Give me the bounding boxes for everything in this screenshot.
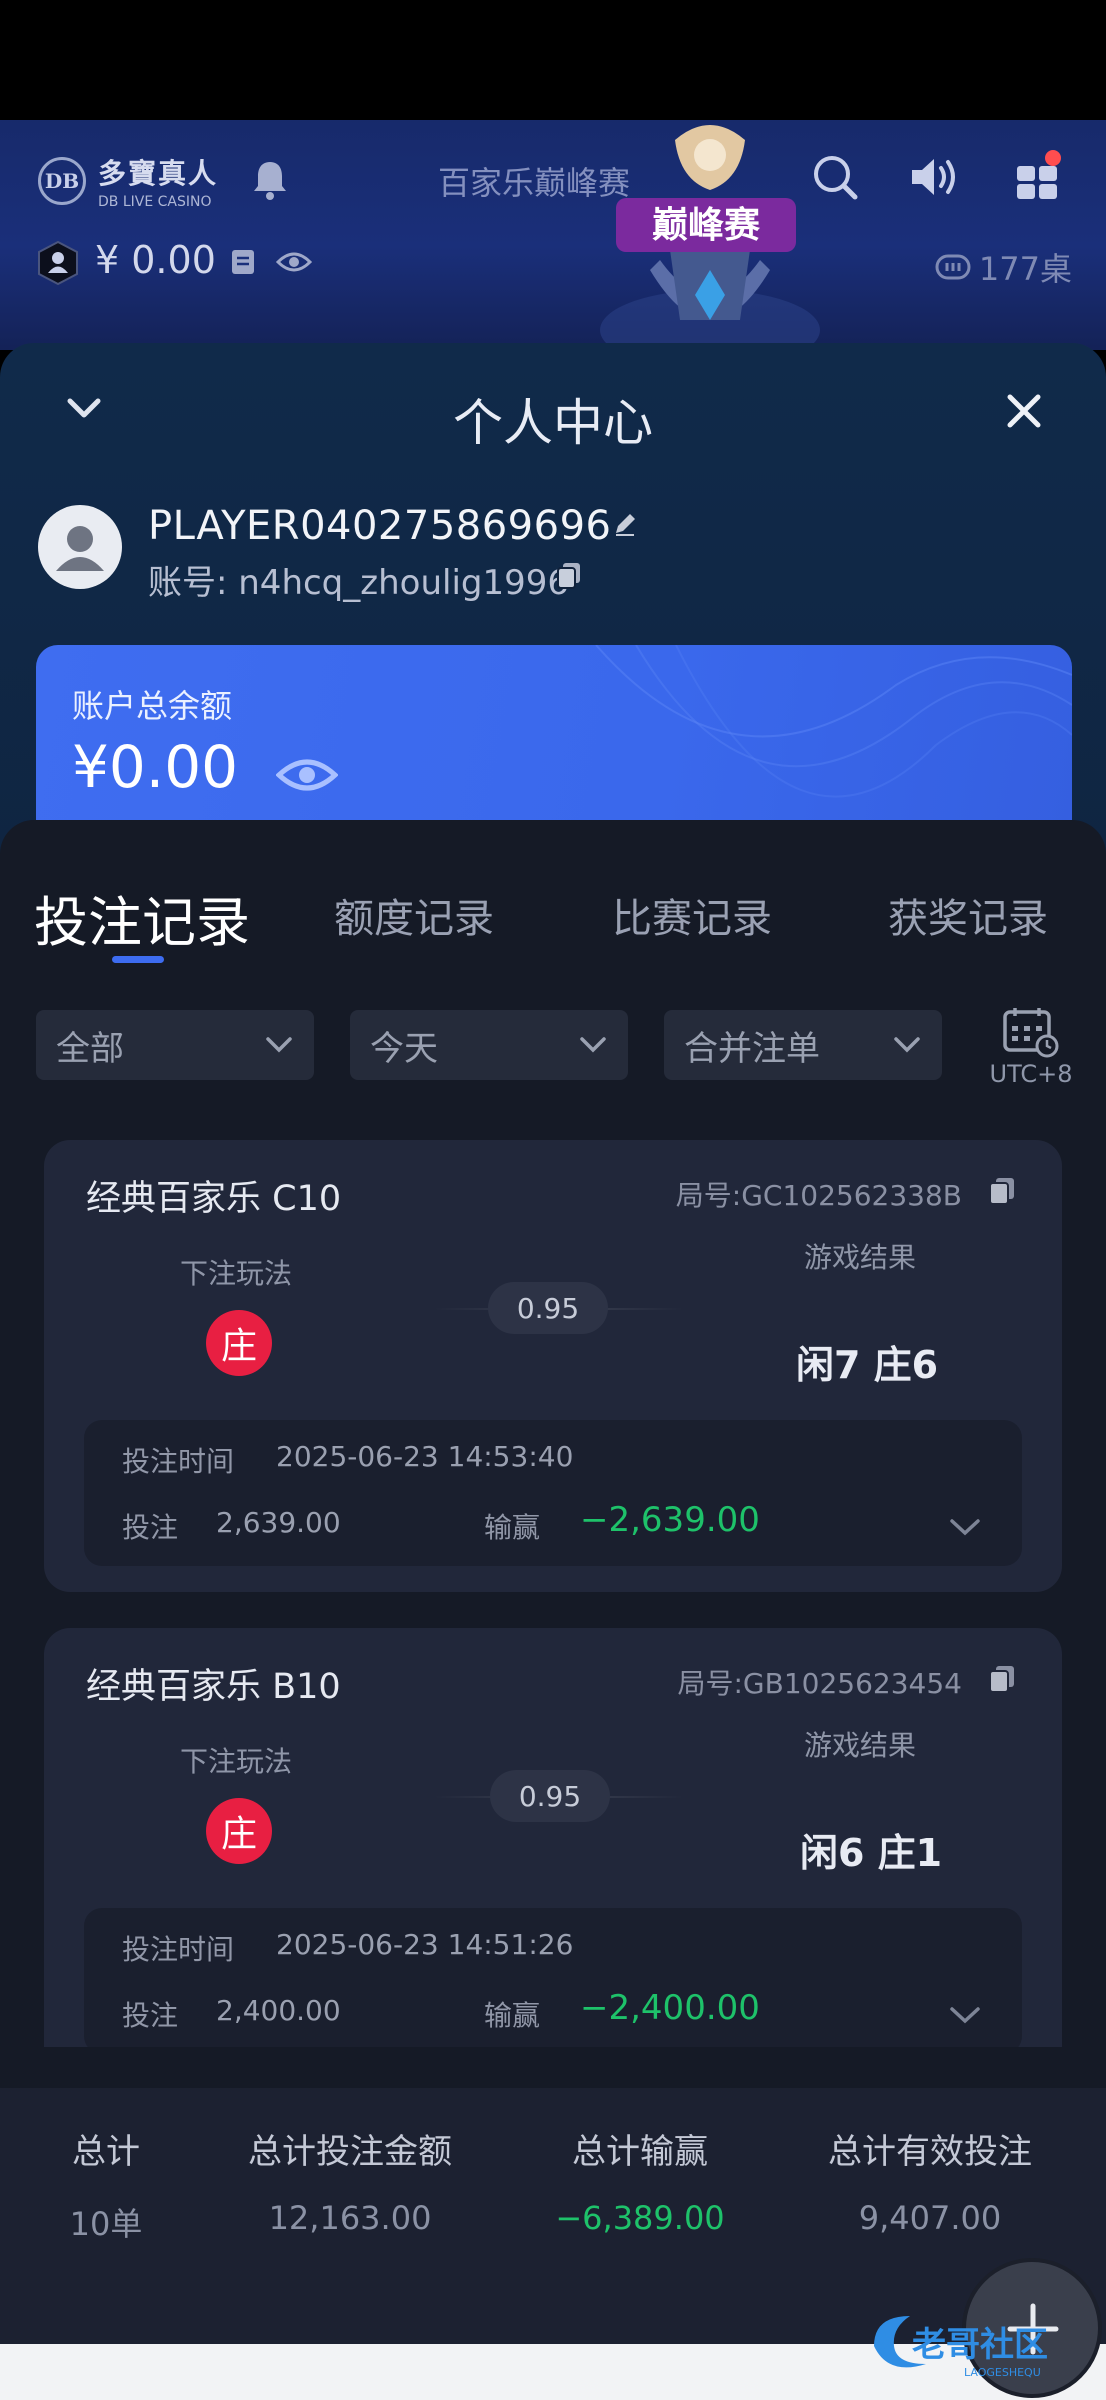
result-label: 游戏结果: [804, 1241, 917, 1274]
speaker-icon[interactable]: [908, 154, 962, 200]
calendar-clock-icon: [1003, 1008, 1059, 1058]
stake-amount: 2,400.00: [216, 1994, 341, 2027]
apps-menu-icon[interactable]: [1015, 150, 1063, 200]
game-name: 经典百家乐 B10: [86, 1667, 341, 1707]
casino-logo: DB 多寶真人 DB LIVE CASINO: [38, 152, 218, 210]
watermark-logo: 老哥社区 LAOGESHEQU: [874, 2316, 1048, 2379]
status-bar: [0, 0, 1106, 120]
total-winloss: 总计输赢 −6,389.00: [530, 2124, 750, 2237]
account-id: 账号: n4hcq_zhoulig1996: [148, 563, 570, 603]
active-tab-indicator: [112, 956, 164, 963]
username: PLAYER040275869696: [148, 503, 612, 549]
filter-date-select[interactable]: 今天: [350, 1010, 628, 1080]
sheet-title: 个人中心: [453, 394, 653, 452]
tab-bet-records[interactable]: 投注记录: [34, 878, 250, 957]
bet-detail-box: 投注时间 2025-06-23 14:51:26 投注 2,400.00 输赢 …: [84, 1908, 1022, 2047]
balance-amount: ¥0.00: [72, 733, 239, 801]
tournament-trophy-emblem[interactable]: 巅峰赛: [580, 120, 840, 350]
balance-card: 账户总余额 ¥0.00: [36, 645, 1072, 845]
bet-record-card[interactable]: 经典百家乐 C10 局号:GC102562338B 下注玩法 庄 0.95 游戏…: [44, 1140, 1062, 1592]
total-winloss-label: 总计输赢: [572, 2132, 708, 2172]
total-count-value: 10单: [69, 2205, 143, 2243]
bet-time: 2025-06-23 14:53:40: [276, 1440, 574, 1473]
copy-icon[interactable]: [556, 561, 582, 589]
user-avatar-icon: [56, 526, 104, 571]
winloss-label: 输赢: [484, 1511, 541, 1544]
eye-icon[interactable]: [276, 755, 338, 795]
avatar[interactable]: [38, 505, 122, 589]
chevron-down-icon[interactable]: [948, 2004, 982, 2026]
total-count: 总计 10单: [46, 2124, 166, 2245]
timezone-calendar-button[interactable]: UTC+8: [986, 1006, 1076, 1096]
chevron-down-icon[interactable]: [948, 1516, 982, 1538]
banker-badge: 庄: [206, 1310, 272, 1376]
game-result: 闲6 庄1: [800, 1831, 943, 1875]
tab-credit-records[interactable]: 额度记录: [334, 886, 494, 944]
filter-date-value: 今天: [370, 1028, 438, 1069]
records-scroll-viewport: 经典百家乐 B10 局号:GB1025623454 下注玩法 庄 0.95 游戏…: [0, 1620, 1106, 2047]
timezone-label: UTC+8: [989, 1060, 1073, 1088]
round-number: 局号:GC102562338B: [675, 1179, 962, 1212]
total-winloss-value: −6,389.00: [555, 2199, 725, 2237]
chevron-down-icon: [580, 1037, 606, 1053]
total-valid-value: 9,407.00: [858, 2199, 1002, 2237]
logo-main-text: 多寶真人: [98, 157, 219, 190]
table-icon: [935, 254, 971, 280]
svg-text:LAOGESHEQU: LAOGESHEQU: [964, 2366, 1041, 2379]
banker-badge: 庄: [206, 1798, 272, 1864]
stake-amount: 2,639.00: [216, 1506, 341, 1539]
search-icon[interactable]: [812, 154, 858, 200]
bet-time: 2025-06-23 14:51:26: [276, 1928, 574, 1961]
total-stake-label: 总计投注金额: [248, 2132, 452, 2172]
total-valid-stake: 总计有效投注 9,407.00: [810, 2124, 1050, 2237]
copy-icon[interactable]: [988, 1664, 1016, 1694]
copy-icon[interactable]: [988, 1176, 1016, 1206]
total-valid-label: 总计有效投注: [828, 2132, 1032, 2172]
odds-pill: 0.95: [490, 1770, 610, 1822]
user-level-icon: [38, 240, 78, 286]
filter-merge-select[interactable]: 合并注单: [664, 1010, 942, 1080]
tables-count: 177桌: [935, 244, 1072, 290]
filter-type-value: 全部: [56, 1028, 124, 1069]
tab-award-records[interactable]: 获奖记录: [888, 886, 1048, 944]
round-number: 局号:GB1025623454: [677, 1667, 963, 1700]
bet-time-label: 投注时间: [122, 1445, 235, 1478]
winloss-label: 输赢: [484, 1999, 541, 2032]
total-count-label: 总计: [72, 2132, 140, 2172]
winloss-amount: −2,400.00: [580, 1988, 760, 2028]
header-balance: ¥ 0.00: [95, 238, 216, 282]
edit-pencil-icon[interactable]: [612, 511, 638, 537]
game-name: 经典百家乐 C10: [86, 1179, 342, 1219]
tables-count-text: 177桌: [978, 250, 1072, 288]
logo-badge: DB: [38, 157, 86, 205]
chevron-down-icon: [266, 1037, 292, 1053]
result-label: 游戏结果: [804, 1729, 917, 1762]
document-icon[interactable]: [230, 248, 256, 276]
svg-text:巅峰赛: 巅峰赛: [652, 205, 761, 246]
logo-sub-text: DB LIVE CASINO: [98, 194, 212, 210]
total-stake: 总计投注金额 12,163.00: [230, 2124, 470, 2237]
bet-type-label: 下注玩法: [180, 1257, 293, 1290]
bet-time-label: 投注时间: [122, 1933, 235, 1966]
game-result: 闲7 庄6: [796, 1343, 939, 1387]
balance-label: 账户总余额: [72, 687, 233, 725]
chevron-down-icon: [894, 1037, 920, 1053]
app-header: DB 多寶真人 DB LIVE CASINO 百家乐巅峰赛 巅峰赛 ¥ 0.00…: [0, 120, 1106, 350]
total-stake-value: 12,163.00: [268, 2199, 432, 2237]
svg-text:老哥社区: 老哥社区: [912, 2325, 1048, 2365]
filter-type-select[interactable]: 全部: [36, 1010, 314, 1080]
bet-detail-box: 投注时间 2025-06-23 14:53:40 投注 2,639.00 输赢 …: [84, 1420, 1022, 1566]
eye-icon[interactable]: [276, 250, 312, 274]
stake-label: 投注: [122, 1511, 179, 1544]
tab-match-records[interactable]: 比赛记录: [612, 886, 772, 944]
odds-pill: 0.95: [488, 1282, 608, 1334]
bet-record-card[interactable]: 经典百家乐 B10 局号:GB1025623454 下注玩法 庄 0.95 游戏…: [44, 1628, 1062, 2047]
bell-icon[interactable]: [250, 158, 290, 202]
stake-label: 投注: [122, 1999, 179, 2032]
filter-merge-value: 合并注单: [684, 1028, 820, 1069]
winloss-amount: −2,639.00: [580, 1500, 760, 1540]
close-icon[interactable]: [1004, 391, 1044, 431]
bet-type-label: 下注玩法: [180, 1745, 293, 1778]
